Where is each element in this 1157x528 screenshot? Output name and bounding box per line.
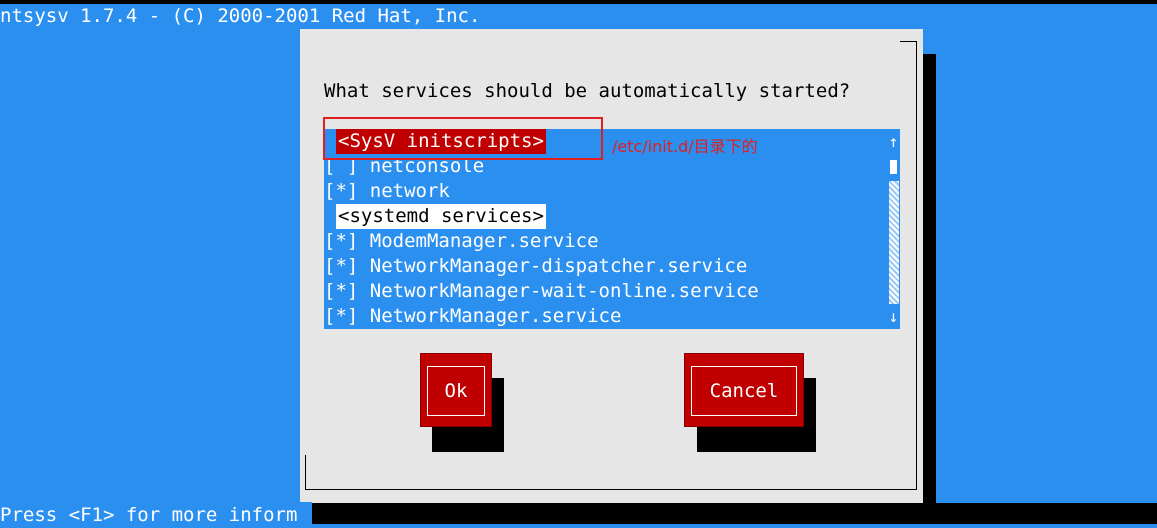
checkbox-mark[interactable]: [*] — [324, 280, 358, 302]
list-item[interactable]: [*] network — [324, 179, 450, 204]
checkbox-mark[interactable]: [*] — [324, 255, 358, 277]
annotation-highlight-box — [323, 117, 603, 160]
service-name: NetworkManager.service — [369, 305, 622, 327]
status-line: Press <F1> for more inform — [0, 502, 312, 528]
ok-button[interactable]: Ok — [420, 353, 492, 427]
checkbox-mark[interactable]: [*] — [324, 180, 358, 202]
scrollbar-track[interactable] — [889, 181, 899, 304]
list-item[interactable]: [*] NetworkManager.service — [324, 304, 621, 329]
service-name: ModemManager.service — [369, 230, 599, 252]
list-item[interactable]: [*] NetworkManager-dispatcher.service — [324, 254, 747, 279]
ok-button-label[interactable]: Ok — [427, 366, 485, 416]
list-item[interactable]: [*] NetworkManager-wait-online.service — [324, 279, 759, 304]
section-header-systemd[interactable]: <systemd services> — [336, 204, 546, 229]
cancel-button-label[interactable]: Cancel — [691, 366, 797, 416]
service-name: NetworkManager-wait-online.service — [369, 280, 759, 302]
list-scrollbar[interactable]: ↑ ↓ — [887, 129, 900, 329]
scroll-up-arrow-icon[interactable]: ↑ — [887, 129, 900, 154]
dialog-prompt: What services should be automatically st… — [324, 80, 851, 102]
cancel-button[interactable]: Cancel — [684, 353, 804, 427]
service-name: network — [369, 180, 450, 202]
service-name: NetworkManager-dispatcher.service — [369, 255, 748, 277]
window-title: ntsysv 1.7.4 - (C) 2000-2001 Red Hat, In… — [0, 5, 481, 27]
checkbox-mark[interactable]: [*] — [324, 230, 358, 252]
dialog-frame-corner — [900, 41, 917, 42]
checkbox-mark[interactable]: [*] — [324, 305, 358, 327]
annotation-label: /etc/init.d/目录下的 — [612, 137, 758, 156]
scroll-down-arrow-icon[interactable]: ↓ — [887, 304, 900, 329]
scrollbar-thumb[interactable] — [890, 160, 897, 174]
list-item[interactable]: [*] ModemManager.service — [324, 229, 599, 254]
dialog-frame-left — [305, 455, 306, 490]
